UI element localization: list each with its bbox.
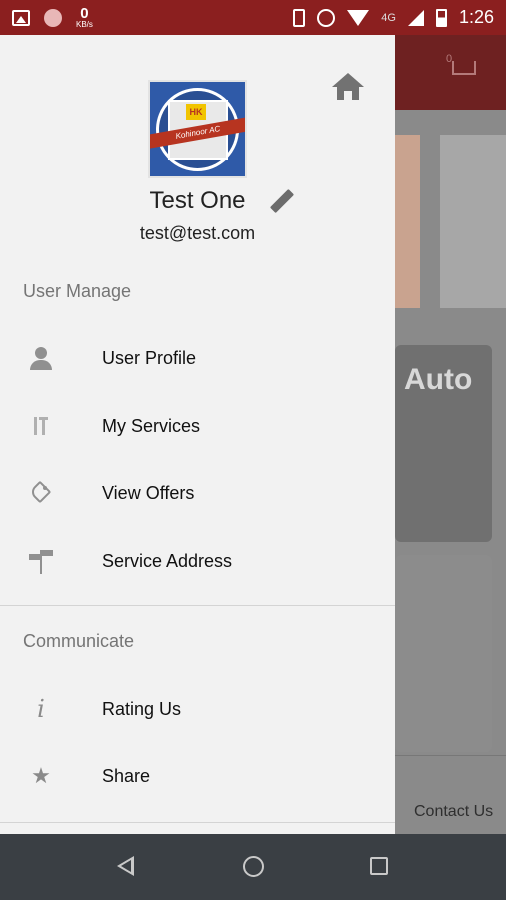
brand-logo: HK Kohinoor AC: [148, 80, 247, 178]
menu-item-rating-us[interactable]: i Rating Us: [0, 677, 395, 741]
menu-item-label: View Offers: [102, 482, 195, 503]
tab-contact-us[interactable]: Contact Us: [414, 803, 493, 821]
navigation-drawer: HK Kohinoor AC Test One test@test.com Us…: [0, 35, 395, 834]
section-header-user-manage: User Manage: [23, 281, 132, 301]
menu-item-label: Rating Us: [102, 698, 182, 719]
bottom-tab-bar: [395, 755, 506, 834]
menu-item-label: Share: [102, 765, 151, 786]
section-divider: [0, 822, 395, 823]
recent-apps-button[interactable]: [370, 857, 388, 875]
signpost-icon: [28, 548, 54, 574]
service-card[interactable]: [395, 555, 492, 752]
clock: 1:26: [458, 7, 494, 27]
tag-icon: [28, 480, 54, 506]
user-name: Test One: [149, 187, 246, 214]
menu-item-my-services[interactable]: My Services: [0, 394, 395, 458]
network-speed: 0 KB/s: [76, 5, 93, 29]
menu-item-share[interactable]: ★ Share: [0, 744, 395, 808]
signal-icon: [407, 9, 424, 26]
service-card-title: Auto: [404, 363, 473, 396]
status-bar: 0 KB/s 4G 1:26: [0, 0, 506, 35]
menu-item-label: My Services: [102, 415, 201, 436]
network-type: 4G: [381, 11, 396, 24]
section-divider: [0, 605, 395, 606]
menu-item-label: Service Address: [102, 550, 233, 571]
battery-icon: [435, 8, 447, 27]
logo-mark: HK: [186, 104, 206, 120]
home-nav-button[interactable]: [243, 856, 264, 877]
home-button[interactable]: [332, 73, 364, 103]
menu-item-label: User Profile: [102, 347, 197, 368]
section-header-communicate: Communicate: [23, 631, 135, 651]
info-icon: i: [37, 695, 45, 723]
banner-image-ac: [440, 135, 506, 308]
star-icon: ★: [31, 763, 51, 788]
menu-item-service-address[interactable]: Service Address: [0, 529, 395, 593]
banner-image: [395, 135, 420, 308]
wifi-icon: [347, 9, 370, 26]
menu-item-user-profile[interactable]: User Profile: [0, 326, 395, 390]
person-icon: [28, 345, 54, 371]
alarm-icon: [317, 8, 336, 27]
user-email: test@test.com: [139, 223, 256, 243]
home-icon: [332, 73, 364, 87]
edit-profile-button[interactable]: [268, 188, 295, 215]
cart-button[interactable]: 0: [446, 53, 482, 85]
menu-item-view-offers[interactable]: View Offers: [0, 461, 395, 525]
image-notification-icon: [12, 9, 30, 26]
system-navigation-bar: [0, 834, 506, 900]
app-notification-icon: [44, 8, 62, 27]
back-icon: [121, 860, 131, 872]
pencil-icon: [269, 188, 295, 214]
cart-icon: [452, 61, 476, 75]
tools-icon: [28, 413, 54, 439]
vibrate-icon: [293, 8, 306, 27]
